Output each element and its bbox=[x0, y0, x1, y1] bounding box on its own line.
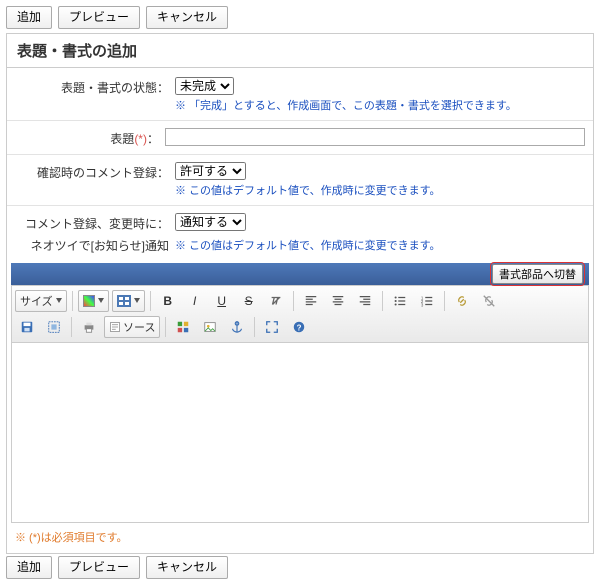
anchor-button[interactable] bbox=[225, 316, 249, 338]
chevron-down-icon bbox=[98, 298, 104, 303]
add-button-bottom[interactable]: 追加 bbox=[6, 556, 52, 579]
link-icon bbox=[455, 294, 469, 308]
print-button[interactable] bbox=[77, 316, 101, 338]
editor-toolbar: サイズ B I U S 123 bbox=[11, 285, 589, 343]
source-icon bbox=[109, 321, 121, 333]
remove-format-icon bbox=[269, 294, 283, 308]
status-hint: ※ 「完成」とすると、作成画面で、この表題・書式を選択できます。 bbox=[175, 97, 585, 113]
align-right-button[interactable] bbox=[353, 290, 377, 312]
chevron-down-icon bbox=[134, 298, 140, 303]
maximize-button[interactable] bbox=[260, 316, 284, 338]
cancel-button-bottom[interactable]: キャンセル bbox=[146, 556, 228, 579]
help-button[interactable]: ? bbox=[287, 316, 311, 338]
align-center-icon bbox=[331, 294, 345, 308]
font-size-combo[interactable]: サイズ bbox=[15, 290, 67, 312]
select-all-button[interactable] bbox=[42, 316, 66, 338]
strike-button[interactable]: S bbox=[237, 290, 261, 312]
link-button[interactable] bbox=[450, 290, 474, 312]
neotwi-label: ネオツイで[お知らせ]通知 bbox=[15, 235, 175, 254]
align-center-button[interactable] bbox=[326, 290, 350, 312]
maximize-icon bbox=[265, 320, 279, 334]
change-notify-label: コメント登録、変更時に： bbox=[15, 213, 175, 232]
cancel-button[interactable]: キャンセル bbox=[146, 6, 228, 29]
required-note: ※ (*)は必須項目です。 bbox=[7, 523, 593, 547]
number-list-button[interactable]: 123 bbox=[415, 290, 439, 312]
save-icon bbox=[20, 320, 34, 334]
source-button[interactable]: ソース bbox=[104, 316, 160, 338]
bold-icon: B bbox=[163, 294, 172, 308]
print-icon bbox=[82, 320, 96, 334]
smiley-icon bbox=[176, 320, 190, 334]
status-select[interactable]: 未完成 bbox=[175, 77, 234, 95]
align-left-button[interactable] bbox=[299, 290, 323, 312]
align-left-icon bbox=[304, 294, 318, 308]
underline-icon: U bbox=[217, 294, 226, 308]
bold-button[interactable]: B bbox=[156, 290, 180, 312]
add-button[interactable]: 追加 bbox=[6, 6, 52, 29]
bullet-list-icon bbox=[393, 294, 407, 308]
save-button[interactable] bbox=[15, 316, 39, 338]
title-input[interactable] bbox=[165, 128, 585, 146]
unlink-button[interactable] bbox=[477, 290, 501, 312]
confirm-comment-hint: ※ この値はデフォルト値で、作成時に変更できます。 bbox=[175, 182, 585, 198]
title-label: 表題(*)： bbox=[15, 128, 165, 147]
italic-icon: I bbox=[193, 294, 196, 308]
italic-button[interactable]: I bbox=[183, 290, 207, 312]
svg-text:?: ? bbox=[297, 323, 302, 332]
preview-button-bottom[interactable]: プレビュー bbox=[58, 556, 140, 579]
align-right-icon bbox=[358, 294, 372, 308]
confirm-comment-select[interactable]: 許可する bbox=[175, 162, 246, 180]
text-color-combo[interactable] bbox=[78, 290, 109, 312]
remove-format-button[interactable] bbox=[264, 290, 288, 312]
bullet-list-button[interactable] bbox=[388, 290, 412, 312]
image-icon bbox=[203, 320, 217, 334]
editor-header-bar: 書式部品へ切替 bbox=[11, 263, 589, 285]
image-button[interactable] bbox=[198, 316, 222, 338]
confirm-comment-label: 確認時のコメント登録： bbox=[15, 162, 175, 181]
switch-format-parts-button[interactable]: 書式部品へ切替 bbox=[492, 264, 583, 284]
change-notify-select[interactable]: 通知する bbox=[175, 213, 246, 231]
form-panel: 表題・書式の追加 表題・書式の状態： 未完成 ※ 「完成」とすると、作成画面で、… bbox=[6, 33, 594, 554]
panel-title: 表題・書式の追加 bbox=[7, 34, 593, 68]
chevron-down-icon bbox=[56, 298, 62, 303]
table-icon bbox=[117, 295, 131, 307]
preview-button[interactable]: プレビュー bbox=[58, 6, 140, 29]
help-icon: ? bbox=[292, 320, 306, 334]
status-label: 表題・書式の状態： bbox=[15, 77, 175, 96]
editor-content-area[interactable] bbox=[11, 343, 589, 523]
select-all-icon bbox=[47, 320, 61, 334]
anchor-icon bbox=[230, 320, 244, 334]
underline-button[interactable]: U bbox=[210, 290, 234, 312]
neotwi-hint: ※ この値はデフォルト値で、作成時に変更できます。 bbox=[175, 237, 585, 253]
text-color-icon bbox=[83, 295, 95, 307]
number-list-icon: 123 bbox=[420, 294, 434, 308]
smiley-button[interactable] bbox=[171, 316, 195, 338]
strike-icon: S bbox=[245, 294, 253, 308]
svg-text:3: 3 bbox=[421, 302, 424, 307]
unlink-icon bbox=[482, 294, 496, 308]
table-combo[interactable] bbox=[112, 290, 145, 312]
